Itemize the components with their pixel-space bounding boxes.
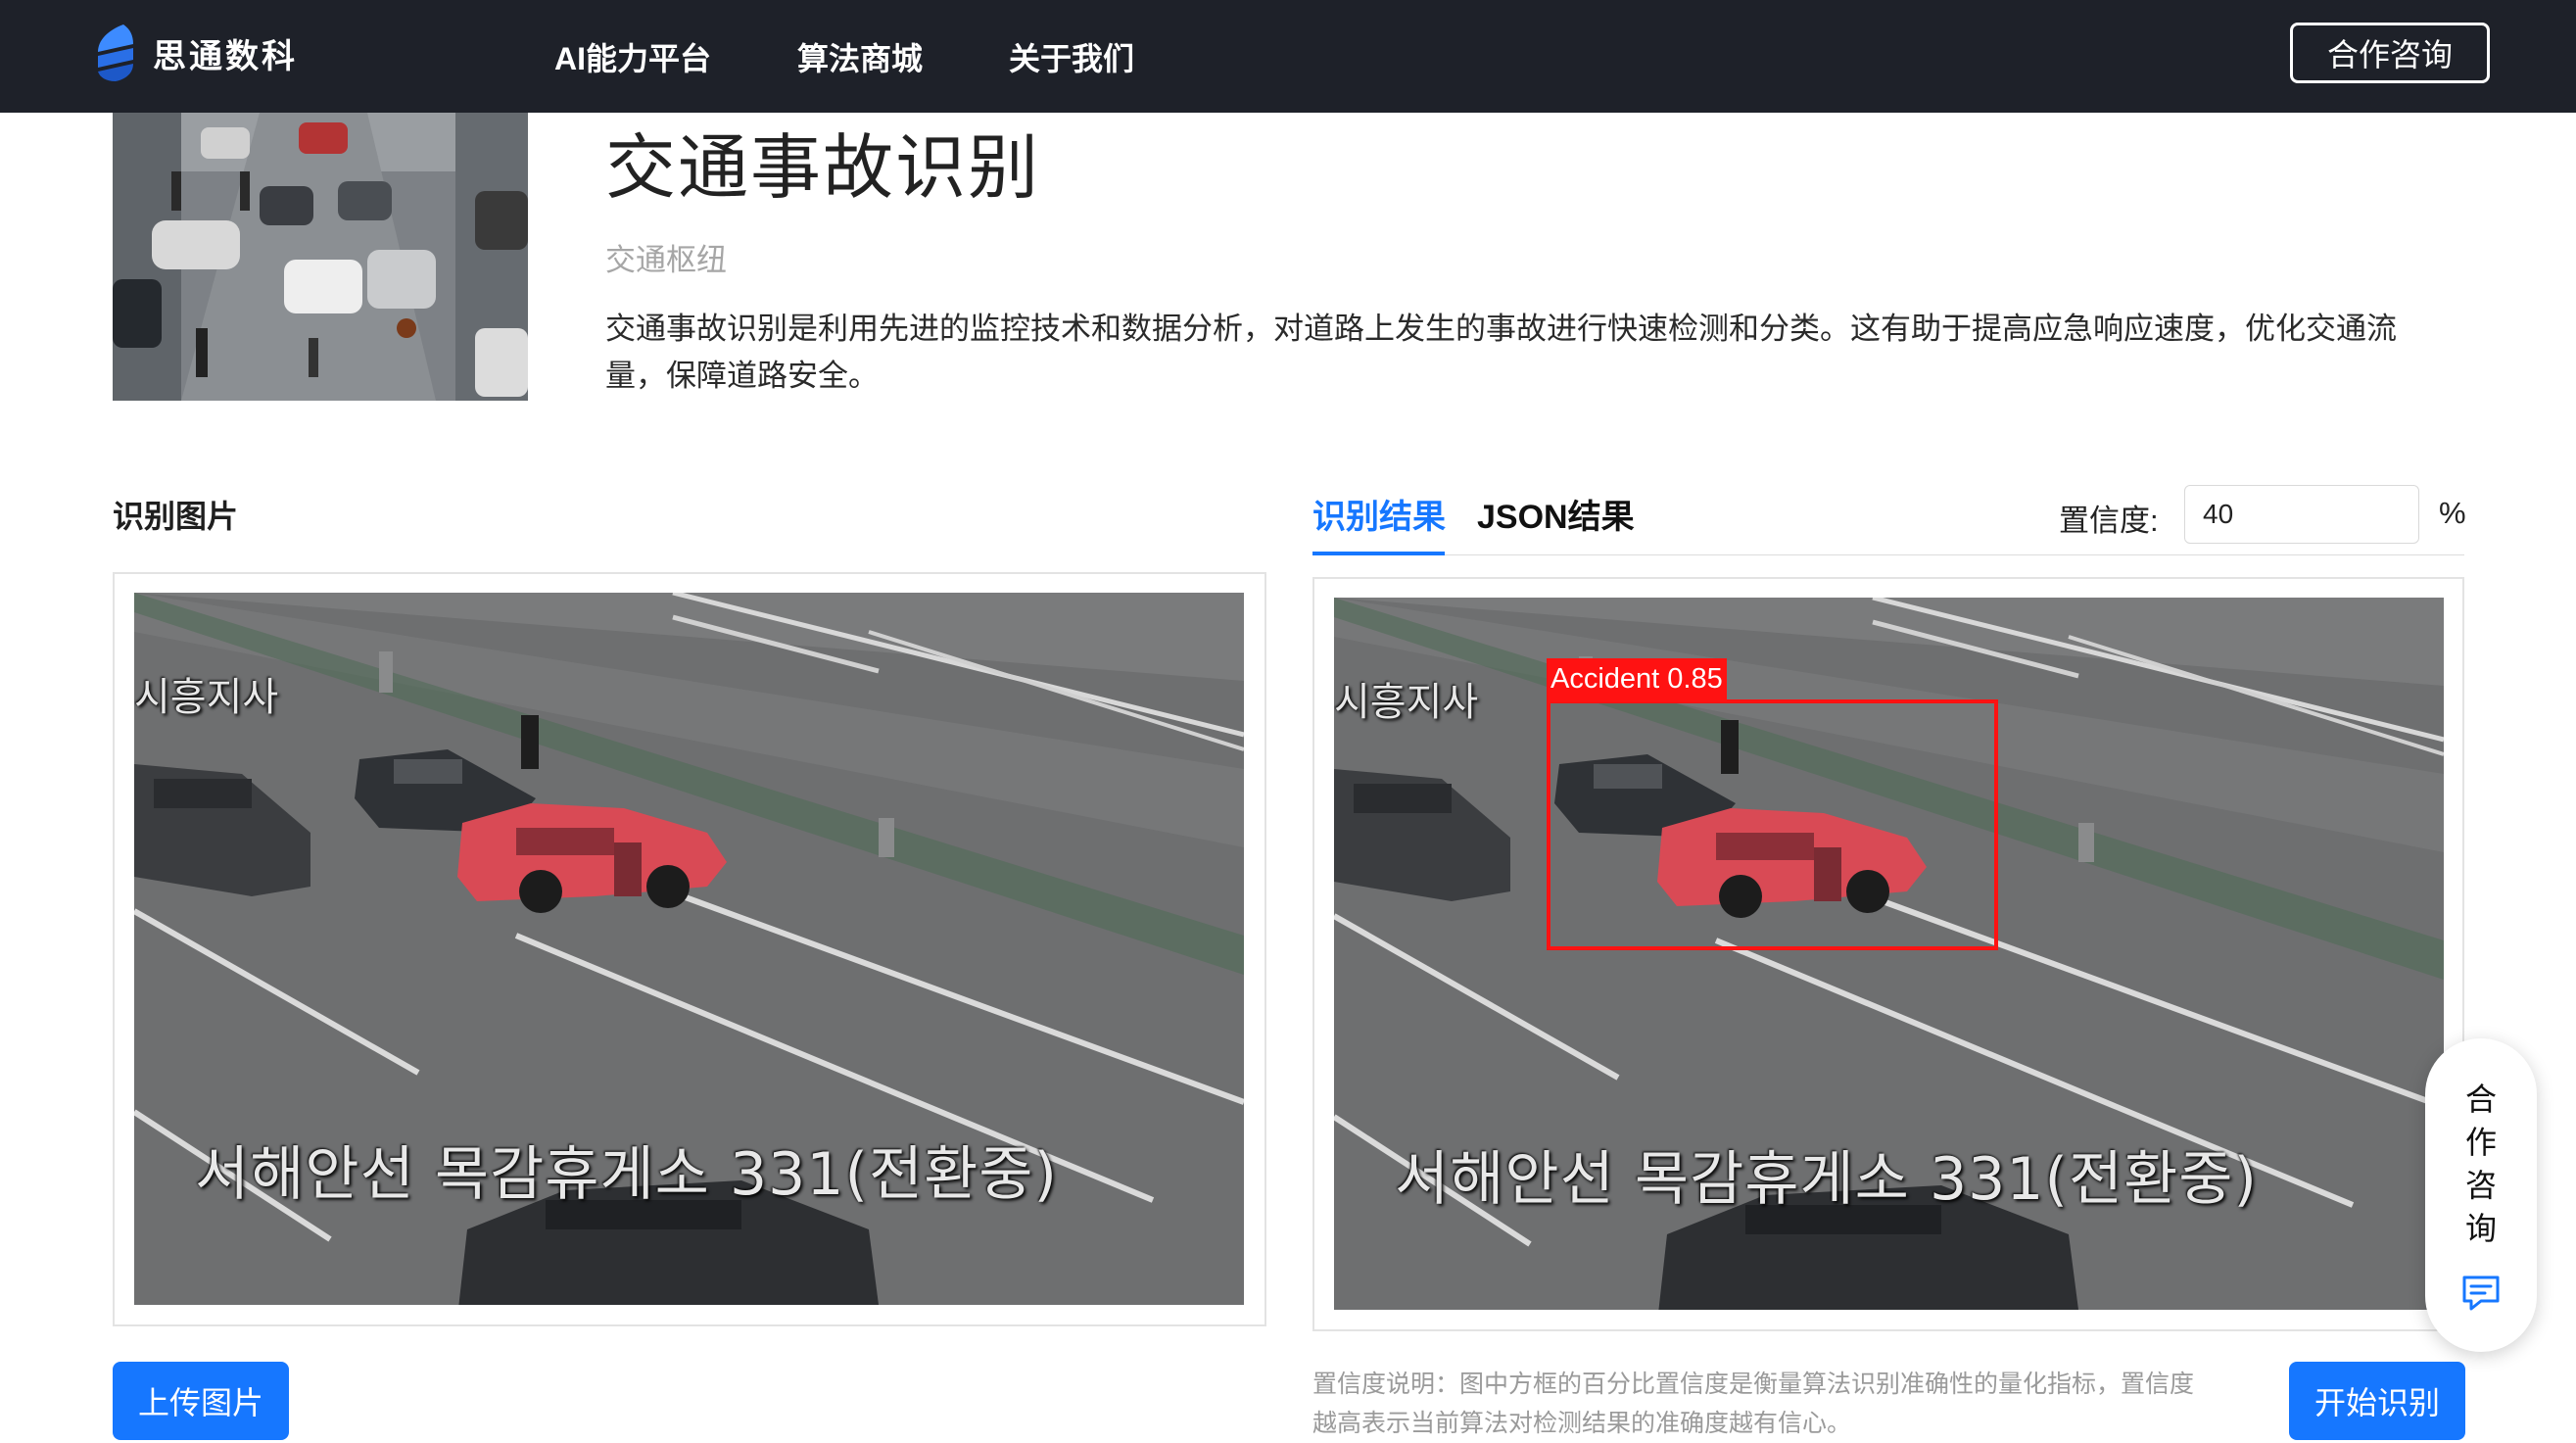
- nav-item-algorithm-store[interactable]: 算法商城: [797, 34, 923, 79]
- start-recognition-button[interactable]: 开始识别: [2289, 1362, 2465, 1440]
- confidence-input[interactable]: [2184, 485, 2419, 544]
- camera-caption: 서해안선 목감휴게소 331(전환중): [1395, 1145, 2258, 1214]
- result-image: 시흥지사 서해안선 목감휴게소 331(전환중) Accident 0.85: [1334, 598, 2444, 1310]
- floating-consult-widget[interactable]: 合作咨询: [2425, 1038, 2537, 1352]
- camera-location-label: 시흥지사: [1334, 680, 1479, 725]
- algorithm-description: 交通事故识别是利用先进的监控技术和数据分析，对道路上发生的事故进行快速检测和分类…: [605, 312, 2397, 393]
- consult-button[interactable]: 合作咨询: [2290, 23, 2490, 83]
- chat-icon: [2462, 1275, 2500, 1311]
- upload-image-button[interactable]: 上传图片: [113, 1362, 289, 1440]
- nav-item-about-us[interactable]: 关于我们: [1009, 34, 1134, 79]
- detection-bounding-box: [1547, 699, 1998, 950]
- category-tag: 交通枢纽: [605, 243, 727, 277]
- camera-caption: 서해안선 목감휴게소 331(전환중): [195, 1140, 1058, 1209]
- top-nav: 思通数科 AI能力平台 算法商城 关于我们 合作咨询: [0, 0, 2576, 113]
- tab-recognition-result[interactable]: 识别结果: [1312, 490, 1446, 538]
- main-menu: AI能力平台 算法商城 关于我们: [554, 0, 1220, 113]
- nav-item-ai-platform[interactable]: AI能力平台: [554, 34, 711, 79]
- floating-consult-label: 合作咨询: [2464, 1082, 2497, 1246]
- camera-location-label: 시흥지사: [134, 675, 279, 720]
- page-title: 交通事故识别: [605, 129, 1041, 208]
- detection-label: Accident 0.85: [1547, 658, 1727, 699]
- logo-icon: [98, 24, 133, 81]
- tab-divider: [1312, 554, 2464, 555]
- confidence-note: 置信度说明：图中方框的百分比置信度是衡量算法识别准确性的量化指标，置信度越高表示…: [1312, 1371, 2195, 1437]
- brand-logo[interactable]: 思通数科: [94, 22, 298, 84]
- tab-json-result[interactable]: JSON结果: [1477, 490, 1635, 538]
- hero-thumbnail: [113, 113, 528, 401]
- input-image-label: 识别图片: [113, 499, 239, 534]
- confidence-unit: %: [2439, 496, 2466, 530]
- brand-name: 思通数科: [153, 37, 298, 75]
- confidence-label: 置信度:: [2059, 504, 2159, 538]
- input-image: 시흥지사 서해안선 목감휴게소 331(전환중): [134, 593, 1244, 1305]
- active-tab-indicator: [1312, 552, 1445, 555]
